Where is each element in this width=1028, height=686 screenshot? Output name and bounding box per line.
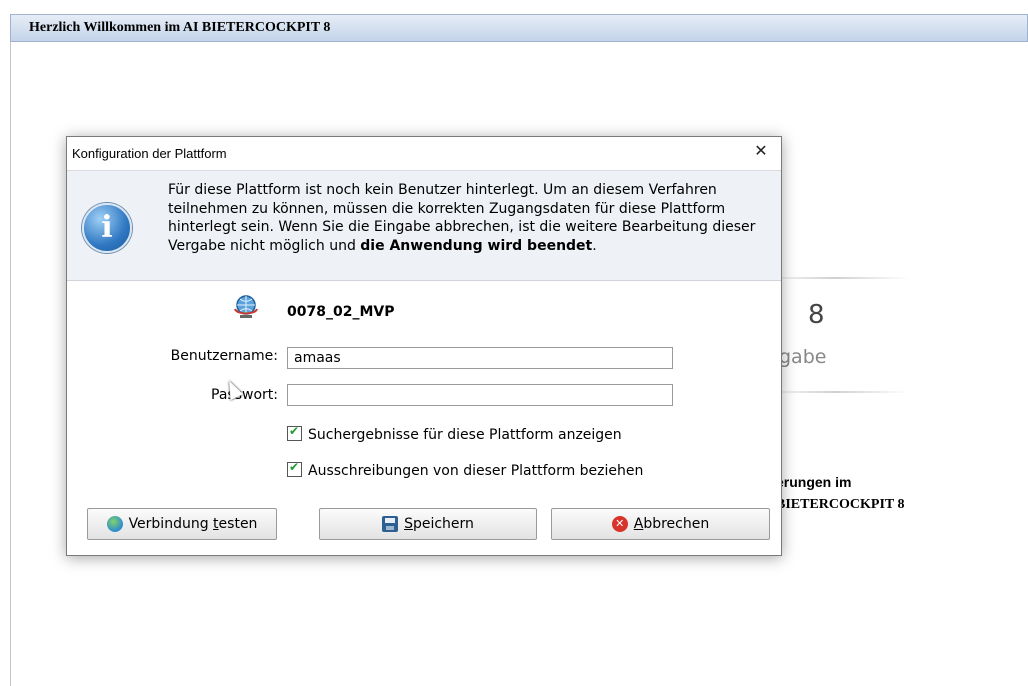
background-word: gabe (779, 346, 827, 368)
divider (760, 277, 910, 279)
cancel-button[interactable]: ✕ Abbrechen (551, 508, 770, 540)
background-text-line1: erungen im (776, 474, 852, 490)
username-field[interactable] (287, 347, 673, 369)
info-icon: i (82, 203, 132, 253)
close-icon[interactable]: ✕ (750, 140, 772, 162)
background-number: 8 (808, 300, 825, 330)
platform-config-dialog: Konfiguration der Plattform ✕ i Für dies… (66, 136, 782, 556)
info-message: Für diese Plattform ist noch kein Benutz… (168, 182, 756, 254)
checkbox-fetch-tenders[interactable]: Ausschreibungen von dieser Plattform bez… (287, 460, 643, 479)
checkbox-show-search-results[interactable]: Suchergebnisse für diese Plattform anzei… (287, 424, 622, 443)
save-disk-icon (382, 516, 399, 532)
info-panel: i Für diese Plattform ist noch kein Benu… (67, 170, 781, 281)
platform-name: 0078_02_MVP (287, 304, 395, 320)
password-field[interactable] (287, 384, 673, 406)
save-button[interactable]: Speichern (319, 508, 537, 540)
app-header: Herzlich Willkommen im AI BIETERCOCKPIT … (10, 14, 1028, 42)
username-label: Benutzername: (170, 348, 278, 364)
checkbox-checked-icon[interactable] (287, 424, 302, 441)
dialog-title: Konfiguration der Plattform (72, 146, 227, 161)
test-connection-button[interactable]: Verbindung testen (87, 508, 277, 540)
platform-globe-icon (234, 295, 258, 318)
cancel-icon: ✕ (611, 516, 628, 532)
globe-icon (106, 516, 123, 532)
divider (760, 391, 910, 393)
password-label: Passwort: (211, 387, 278, 403)
background-text-line2: BIETERCOCKPIT 8 (776, 497, 905, 512)
app-header-title: Herzlich Willkommen im AI BIETERCOCKPIT … (29, 20, 331, 35)
checkbox-checked-icon[interactable] (287, 460, 302, 477)
